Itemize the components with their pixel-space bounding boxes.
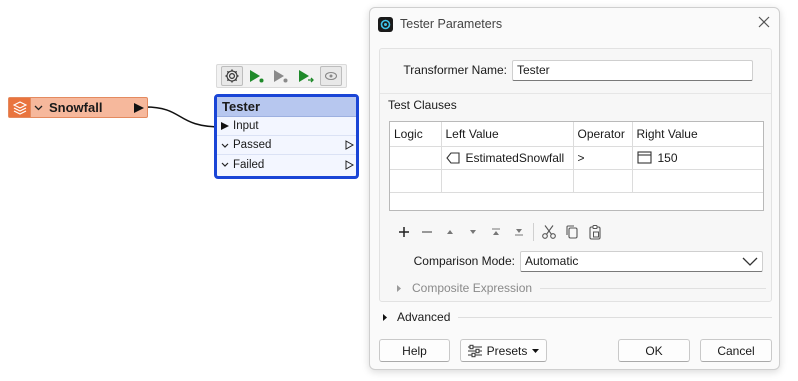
- close-icon[interactable]: [749, 15, 779, 33]
- table-row[interactable]: [390, 169, 763, 193]
- cancel-button[interactable]: Cancel: [700, 339, 772, 362]
- chevron-down-icon: [742, 257, 758, 266]
- logic-cell[interactable]: [390, 146, 442, 170]
- table-row[interactable]: EstimatedSnowfall > 150: [390, 146, 763, 170]
- test-clauses-table[interactable]: Logic Left Value Operator Right Value Es…: [389, 121, 764, 211]
- operator-cell[interactable]: [573, 169, 633, 193]
- move-down-icon[interactable]: [461, 222, 484, 242]
- divider: [458, 316, 772, 318]
- run-this-icon[interactable]: [270, 66, 292, 86]
- attribute-icon: [445, 151, 460, 164]
- input-port-icon: [217, 121, 233, 131]
- dialog-title: Tester Parameters: [400, 17, 503, 31]
- gear-icon[interactable]: [221, 66, 244, 86]
- layers-icon: [9, 98, 31, 117]
- output-port-icon[interactable]: [342, 159, 356, 170]
- move-to-top-icon[interactable]: [484, 222, 507, 242]
- port-label: Input: [233, 120, 259, 132]
- ok-button[interactable]: OK: [618, 339, 690, 362]
- transformer-name-input[interactable]: Tester: [512, 59, 753, 81]
- move-up-icon[interactable]: [438, 222, 461, 242]
- table-header-row: Logic Left Value Operator Right Value: [390, 122, 763, 147]
- column-header-logic[interactable]: Logic: [390, 122, 442, 147]
- left-value-cell[interactable]: [441, 169, 574, 193]
- passed-port[interactable]: Passed: [217, 136, 356, 155]
- right-value-text: 150: [657, 150, 678, 165]
- chevron-right-icon: [397, 284, 401, 292]
- comparison-mode-label: Comparison Mode:: [413, 254, 515, 268]
- column-header-right-value[interactable]: Right Value: [632, 122, 763, 147]
- reader-feature-type[interactable]: Snowfall: [8, 97, 148, 118]
- node-title: Tester: [217, 97, 356, 117]
- move-to-bottom-icon[interactable]: [507, 222, 530, 242]
- run-from-here-icon[interactable]: [295, 66, 317, 86]
- transformer-name-label: Transformer Name:: [403, 63, 507, 77]
- chevron-right-icon: [383, 313, 387, 321]
- column-header-operator[interactable]: Operator: [573, 122, 633, 147]
- tester-parameters-dialog: Tester Parameters Transformer Name: Test…: [369, 7, 780, 370]
- chevron-down-icon[interactable]: [31, 102, 45, 114]
- node-toolbar: [216, 64, 347, 88]
- toolbar-separator: [533, 223, 534, 241]
- input-port[interactable]: Input: [217, 117, 356, 136]
- left-value-cell[interactable]: EstimatedSnowfall: [441, 146, 574, 170]
- comparison-mode-select[interactable]: Automatic: [520, 250, 763, 272]
- test-clauses-label: Test Clauses: [388, 98, 457, 112]
- caret-down-icon: [532, 348, 539, 353]
- port-label: Passed: [233, 139, 272, 151]
- tester-node[interactable]: Tester Input Passed Failed: [214, 94, 359, 179]
- chevron-down-icon[interactable]: [217, 162, 233, 167]
- comparison-mode-value: Automatic: [525, 254, 579, 268]
- remove-row-icon[interactable]: [415, 222, 438, 242]
- right-value-cell[interactable]: [632, 169, 763, 193]
- sliders-icon: [468, 344, 482, 357]
- table-toolbar: [392, 222, 606, 242]
- add-row-icon[interactable]: [392, 222, 415, 242]
- copy-icon[interactable]: [560, 222, 583, 242]
- output-port-icon[interactable]: [342, 140, 356, 150]
- help-button[interactable]: Help: [379, 339, 450, 362]
- app-icon: [378, 16, 393, 32]
- constant-value-icon: [636, 151, 652, 164]
- inspect-cache-icon[interactable]: [319, 66, 342, 86]
- left-value-text: EstimatedSnowfall: [465, 150, 565, 165]
- port-label: Failed: [233, 158, 265, 171]
- advanced-label: Advanced: [397, 310, 451, 324]
- logic-cell[interactable]: [390, 169, 442, 193]
- composite-expression-section[interactable]: Composite Expression: [396, 281, 766, 295]
- run-to-here-icon[interactable]: [246, 66, 268, 86]
- presets-button[interactable]: Presets: [460, 339, 547, 362]
- operator-cell[interactable]: >: [573, 146, 633, 170]
- comparison-mode-row: Comparison Mode: Automatic: [388, 250, 763, 272]
- reader-name: Snowfall: [49, 100, 103, 115]
- output-port-icon[interactable]: [133, 102, 145, 114]
- cut-icon[interactable]: [537, 222, 560, 242]
- paste-icon[interactable]: [583, 222, 606, 242]
- chevron-down-icon[interactable]: [217, 143, 233, 148]
- presets-label: Presets: [486, 343, 528, 358]
- right-value-cell[interactable]: 150: [632, 146, 763, 170]
- divider: [540, 287, 766, 289]
- transformer-name-row: Transformer Name: Tester: [388, 59, 753, 81]
- column-header-left-value[interactable]: Left Value: [441, 122, 574, 147]
- failed-port[interactable]: Failed: [217, 155, 356, 174]
- composite-expression-label: Composite Expression: [412, 281, 533, 295]
- dialog-titlebar: Tester Parameters: [370, 8, 779, 40]
- divider: [380, 93, 771, 94]
- advanced-section[interactable]: Advanced: [382, 310, 772, 324]
- parameters-panel: Transformer Name: Tester Test Clauses Lo…: [379, 48, 772, 302]
